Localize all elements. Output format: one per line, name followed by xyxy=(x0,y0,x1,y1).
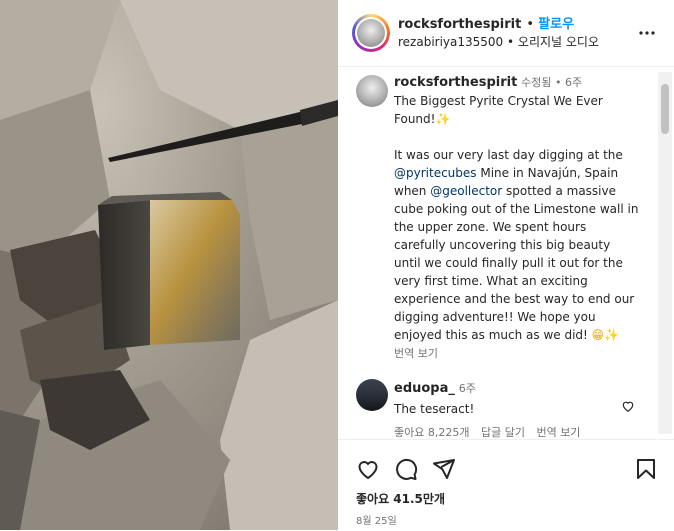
likes-count[interactable]: 좋아요 41.5만개 xyxy=(356,490,445,507)
post-media[interactable] xyxy=(0,0,338,530)
audio-user[interactable]: rezabiriya135500 xyxy=(398,35,503,49)
see-translation-link[interactable]: 번역 보기 xyxy=(394,347,438,360)
edited-label: 수정됨 xyxy=(521,76,552,89)
audio-label[interactable]: 오리지널 오디오 xyxy=(518,35,599,49)
more-icon[interactable] xyxy=(638,24,656,42)
comments-area[interactable]: rocksforthespirit 수정됨 • 6주 The Biggest P… xyxy=(338,67,674,439)
scrollbar[interactable] xyxy=(658,72,672,434)
comment: eduopa_ 6주 The teseract! xyxy=(394,378,624,419)
bookmark-icon[interactable] xyxy=(634,457,658,481)
caption-title: The Biggest Pyrite Crystal We Ever Found… xyxy=(394,94,607,126)
caption-username[interactable]: rocksforthespirit xyxy=(394,75,517,90)
share-icon[interactable] xyxy=(432,457,456,481)
caption-text-1: It was our very last day digging at the xyxy=(394,148,623,162)
comment-likes[interactable]: 좋아요 8,225개 xyxy=(394,426,469,439)
comment-avatar[interactable] xyxy=(356,379,388,411)
comment-username[interactable]: eduopa_ xyxy=(394,381,455,396)
comment-translate-link[interactable]: 번역 보기 xyxy=(536,426,580,439)
follow-button[interactable]: 팔로우 xyxy=(538,17,574,32)
caption: rocksforthespirit 수정됨 • 6주 The Biggest P… xyxy=(394,75,643,360)
mention-pyritecubes[interactable]: @pyritecubes xyxy=(394,166,477,180)
comment-meta: 좋아요 8,225개 답글 달기 번역 보기 xyxy=(394,424,580,439)
action-bar: 좋아요 41.5만개 8월 25일 xyxy=(338,439,674,531)
caption-text-3: spotted a massive cube poking out of the… xyxy=(394,184,643,342)
comment-icon[interactable] xyxy=(394,457,418,481)
comment-like-icon[interactable] xyxy=(621,399,635,413)
grin-emoji: 😁 xyxy=(591,328,605,342)
post-panel: rocksforthespirit • 팔로우 rezabiriya135500… xyxy=(338,0,674,530)
pyrite-photo xyxy=(0,0,338,530)
separator-dot: • xyxy=(526,17,539,32)
header-username[interactable]: rocksforthespirit xyxy=(398,17,521,32)
mention-geollector[interactable]: @geollector xyxy=(430,184,502,198)
post-date[interactable]: 8월 25일 xyxy=(356,512,397,527)
avatar[interactable] xyxy=(352,14,390,52)
sparkle-emoji: ✨ xyxy=(604,328,620,342)
caption-time[interactable]: 6주 xyxy=(565,76,582,89)
sparkle-emoji: ✨ xyxy=(435,112,451,126)
reply-button[interactable]: 답글 달기 xyxy=(481,426,525,439)
post-header: rocksforthespirit • 팔로우 rezabiriya135500… xyxy=(338,0,674,67)
heart-icon[interactable] xyxy=(356,457,380,481)
comment-text: The teseract! xyxy=(394,402,475,416)
caption-avatar[interactable] xyxy=(356,75,388,107)
comment-time[interactable]: 6주 xyxy=(459,382,476,395)
